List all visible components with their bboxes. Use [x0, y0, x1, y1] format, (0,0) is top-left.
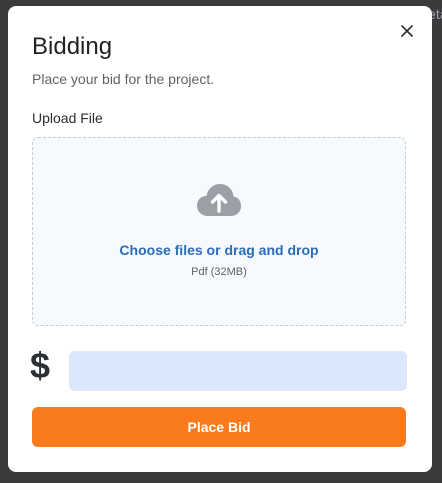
place-bid-button[interactable]: Place Bid: [32, 407, 406, 447]
bidding-modal: Bidding Place your bid for the project. …: [8, 6, 432, 472]
close-icon: [401, 25, 413, 37]
close-button[interactable]: [398, 22, 416, 40]
file-type-hint: Pdf (32MB): [191, 266, 247, 278]
file-dropzone[interactable]: Choose files or drag and drop Pdf (32MB): [32, 137, 406, 326]
choose-files-link[interactable]: Choose files or drag and drop: [119, 241, 318, 259]
modal-subtitle: Place your bid for the project.: [32, 71, 215, 87]
currency-symbol: $: [30, 345, 51, 386]
upload-file-label: Upload File: [32, 110, 103, 126]
cloud-upload-icon: [197, 184, 241, 216]
bid-amount-input[interactable]: [69, 351, 407, 391]
modal-title: Bidding: [32, 33, 113, 60]
